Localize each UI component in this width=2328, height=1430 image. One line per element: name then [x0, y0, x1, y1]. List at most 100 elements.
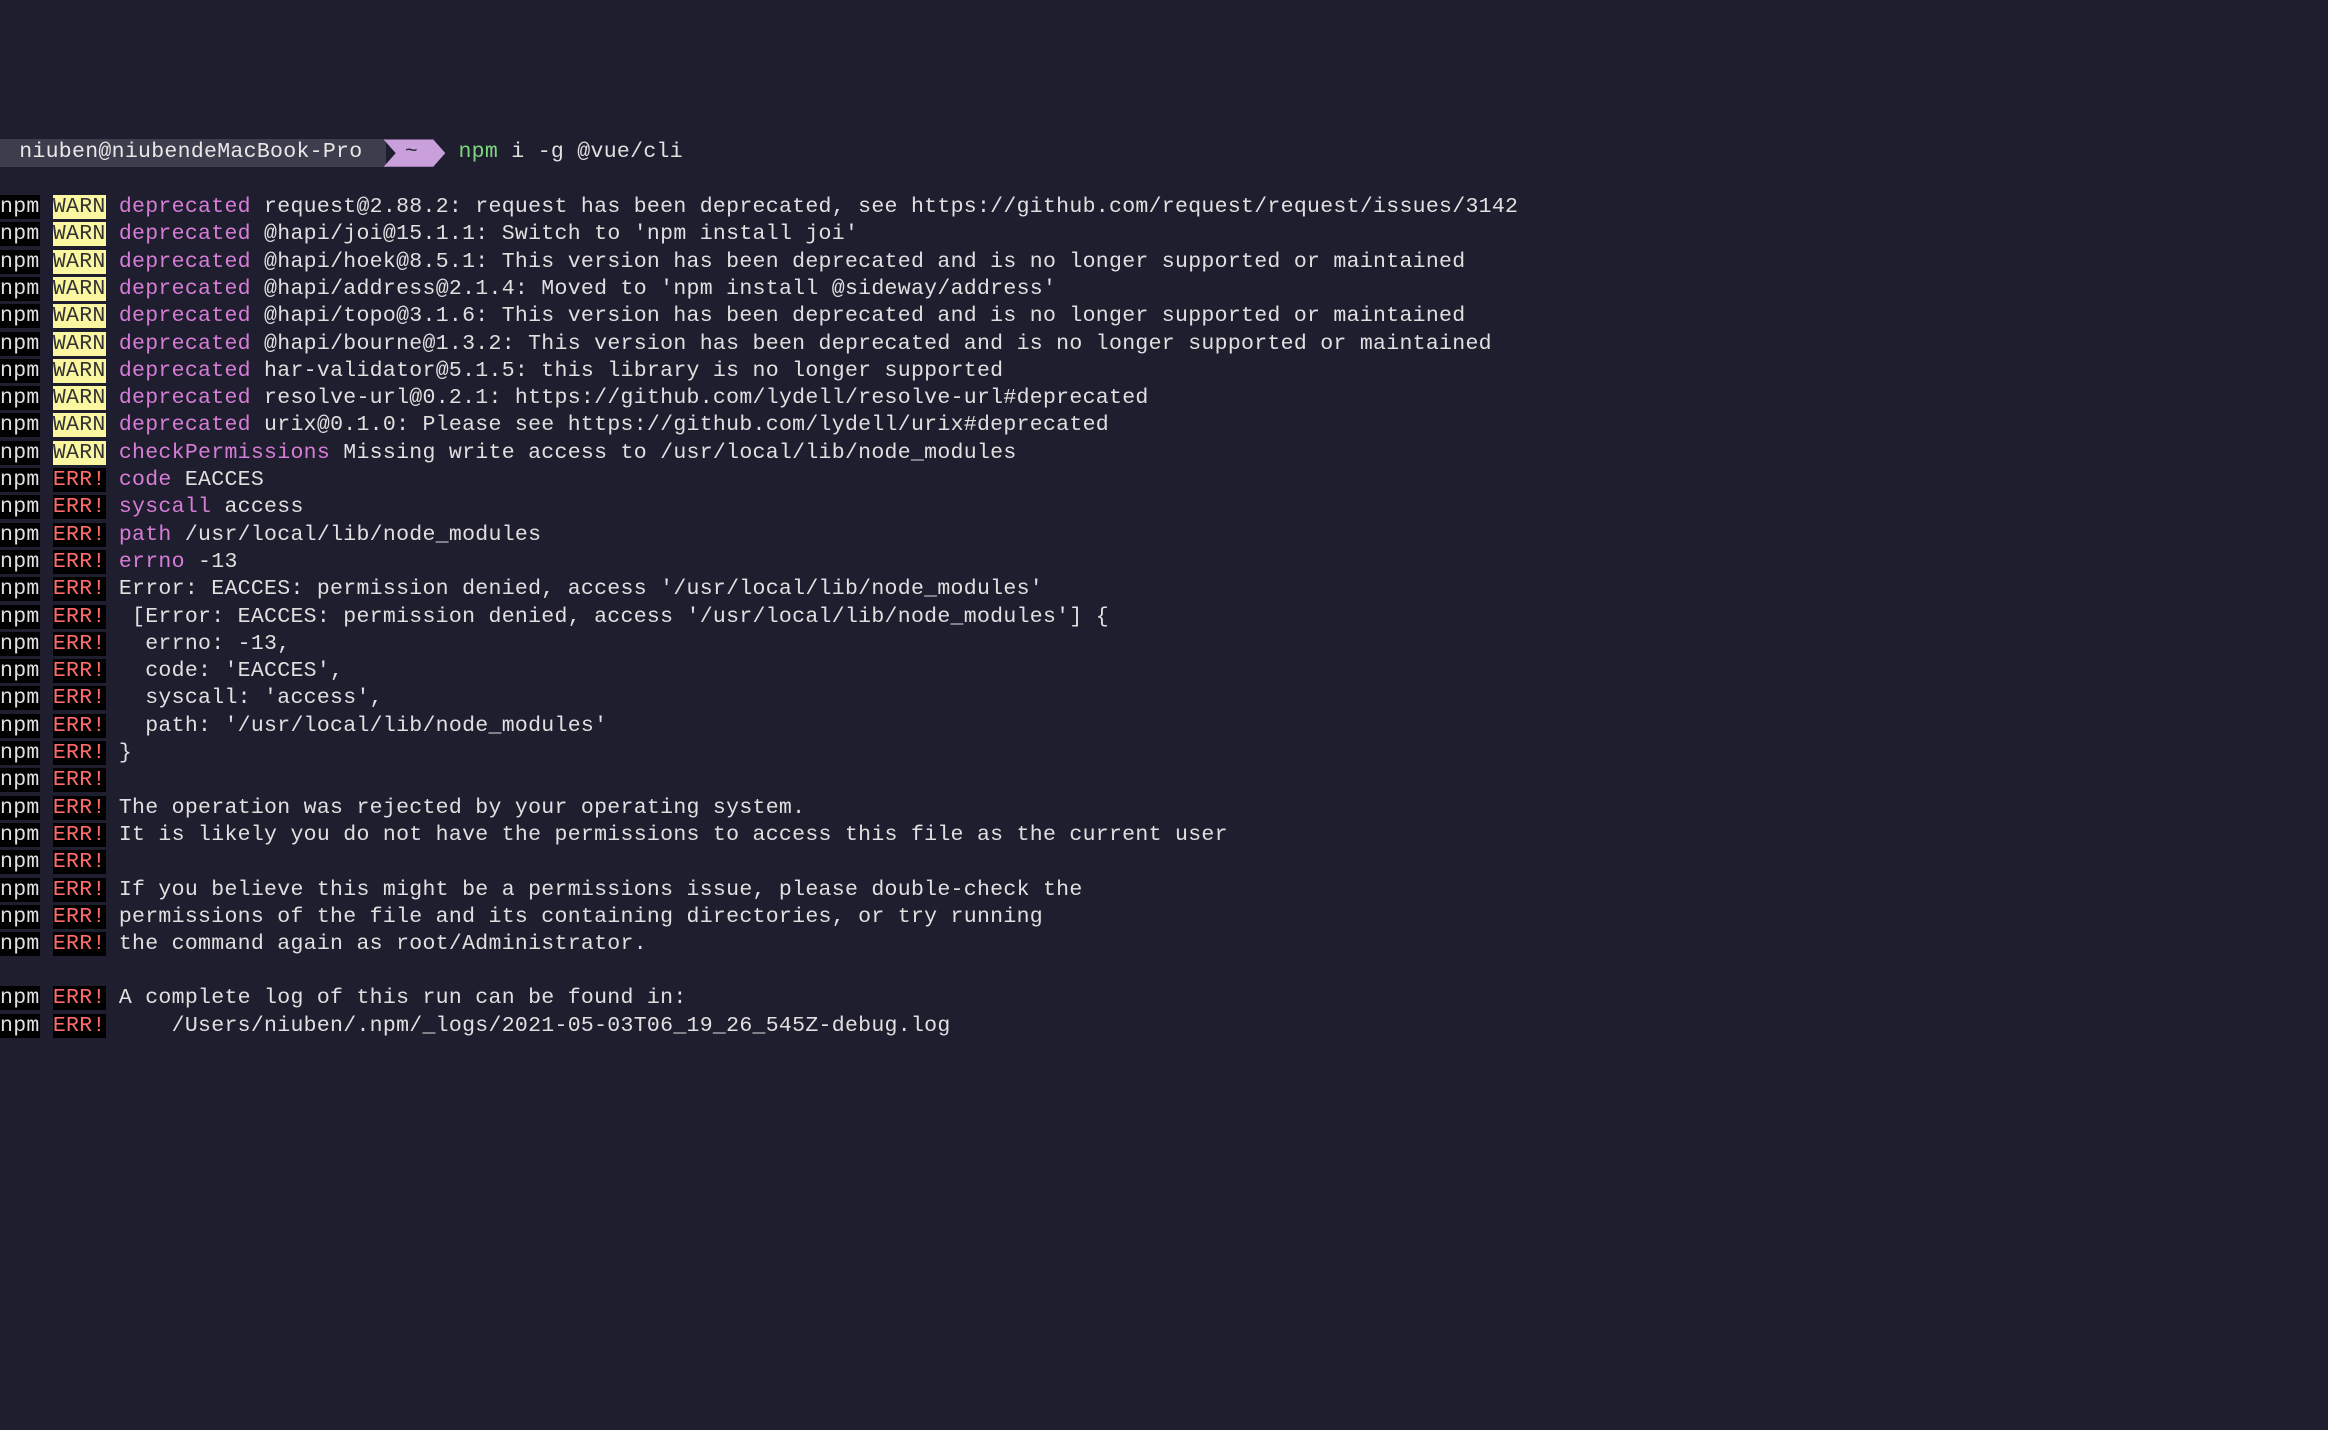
npm-prefix: npm [0, 250, 40, 274]
output-line: npm WARN deprecated @hapi/topo@3.1.6: Th… [0, 303, 2328, 330]
err-badge: ERR! [53, 605, 106, 629]
output-line: npm WARN deprecated resolve-url@0.2.1: h… [0, 385, 2328, 412]
output-line: npm WARN deprecated @hapi/hoek@8.5.1: Th… [0, 249, 2328, 276]
output-line: npm ERR! errno: -13, [0, 631, 2328, 658]
warn-badge: WARN [53, 222, 106, 246]
warn-badge: WARN [53, 304, 106, 328]
prompt-user-host: niuben@niubendeMacBook-Pro [0, 139, 386, 166]
npm-prefix: npm [0, 468, 40, 492]
output-line: npm ERR! [0, 767, 2328, 794]
err-value: -13 [185, 550, 238, 574]
npm-prefix: npm [0, 796, 40, 820]
err-badge: ERR! [53, 850, 106, 874]
output-line: npm ERR! If you believe this might be a … [0, 877, 2328, 904]
output-line: npm ERR! permissions of the file and its… [0, 904, 2328, 931]
warn-keyword: deprecated [119, 222, 251, 246]
err-message: /Users/niuben/.npm/_logs/2021-05-03T06_1… [106, 1014, 951, 1038]
output-lines: npm WARN deprecated request@2.88.2: requ… [0, 194, 2328, 1040]
err-badge: ERR! [53, 932, 106, 956]
err-message: errno: -13, [106, 632, 291, 656]
warn-badge: WARN [53, 277, 106, 301]
err-message: permissions of the file and its containi… [106, 905, 1043, 929]
npm-prefix: npm [0, 550, 40, 574]
warn-message: @hapi/bourne@1.3.2: This version has bee… [251, 332, 1492, 356]
npm-prefix: npm [0, 1014, 40, 1038]
err-message: It is likely you do not have the permiss… [106, 823, 1228, 847]
warn-message: Missing write access to /usr/local/lib/n… [330, 441, 1017, 465]
err-key: path [119, 523, 172, 547]
warn-badge: WARN [53, 195, 106, 219]
err-badge: ERR! [53, 878, 106, 902]
warn-keyword: deprecated [119, 195, 251, 219]
err-badge: ERR! [53, 741, 106, 765]
err-badge: ERR! [53, 659, 106, 683]
err-message: Error: EACCES: permission denied, access… [106, 577, 1043, 601]
warn-badge: WARN [53, 359, 106, 383]
npm-prefix: npm [0, 878, 40, 902]
command-arguments: i -g @vue/cli [498, 139, 683, 166]
warn-keyword: deprecated [119, 332, 251, 356]
warn-message: har-validator@5.1.5: this library is no … [251, 359, 1004, 383]
output-line: npm WARN deprecated request@2.88.2: requ… [0, 194, 2328, 221]
npm-prefix: npm [0, 332, 40, 356]
output-line: npm WARN deprecated @hapi/address@2.1.4:… [0, 276, 2328, 303]
warn-badge: WARN [53, 441, 106, 465]
output-line: npm ERR! A complete log of this run can … [0, 985, 2328, 1012]
npm-prefix: npm [0, 195, 40, 219]
npm-prefix: npm [0, 986, 40, 1010]
output-line: npm WARN checkPermissions Missing write … [0, 440, 2328, 467]
command-executable: npm [445, 139, 498, 166]
warn-keyword: deprecated [119, 304, 251, 328]
terminal-output: niuben@niubendeMacBook-Pro ~ npm i -g @v… [0, 112, 2328, 1067]
output-line: npm ERR! The operation was rejected by y… [0, 795, 2328, 822]
warn-message: @hapi/hoek@8.5.1: This version has been … [251, 250, 1466, 274]
output-line: npm ERR! It is likely you do not have th… [0, 822, 2328, 849]
warn-keyword: deprecated [119, 250, 251, 274]
npm-prefix: npm [0, 659, 40, 683]
warn-keyword: checkPermissions [119, 441, 330, 465]
err-message: path: '/usr/local/lib/node_modules' [106, 714, 608, 738]
warn-message: @hapi/topo@3.1.6: This version has been … [251, 304, 1466, 328]
err-badge: ERR! [53, 686, 106, 710]
err-badge: ERR! [53, 468, 106, 492]
err-key: code [119, 468, 172, 492]
npm-prefix: npm [0, 632, 40, 656]
warn-message: @hapi/joi@15.1.1: Switch to 'npm install… [251, 222, 858, 246]
err-badge: ERR! [53, 905, 106, 929]
npm-prefix: npm [0, 413, 40, 437]
output-line: npm ERR! } [0, 740, 2328, 767]
npm-prefix: npm [0, 441, 40, 465]
err-badge: ERR! [53, 550, 106, 574]
output-line: npm ERR! /Users/niuben/.npm/_logs/2021-0… [0, 1013, 2328, 1040]
err-key: syscall [119, 495, 211, 519]
err-badge: ERR! [53, 577, 106, 601]
output-line: npm ERR! path: '/usr/local/lib/node_modu… [0, 713, 2328, 740]
err-badge: ERR! [53, 1014, 106, 1038]
prompt-cwd: ~ [384, 139, 446, 166]
output-line: npm WARN deprecated @hapi/bourne@1.3.2: … [0, 331, 2328, 358]
err-message: } [106, 741, 132, 765]
npm-prefix: npm [0, 850, 40, 874]
warn-message: request@2.88.2: request has been depreca… [251, 195, 1518, 219]
err-key: errno [119, 550, 185, 574]
prompt-line[interactable]: niuben@niubendeMacBook-Pro ~ npm i -g @v… [0, 139, 2328, 166]
err-badge: ERR! [53, 632, 106, 656]
err-message: syscall: 'access', [106, 686, 383, 710]
npm-prefix: npm [0, 714, 40, 738]
npm-prefix: npm [0, 359, 40, 383]
warn-badge: WARN [53, 250, 106, 274]
err-value: /usr/local/lib/node_modules [172, 523, 542, 547]
npm-prefix: npm [0, 605, 40, 629]
npm-prefix: npm [0, 277, 40, 301]
output-line: npm ERR! code EACCES [0, 467, 2328, 494]
output-line: npm ERR! Error: EACCES: permission denie… [0, 576, 2328, 603]
err-value: access [211, 495, 303, 519]
output-line: npm ERR! syscall access [0, 494, 2328, 521]
warn-badge: WARN [53, 386, 106, 410]
npm-prefix: npm [0, 495, 40, 519]
warn-message: urix@0.1.0: Please see https://github.co… [251, 413, 1109, 437]
warn-keyword: deprecated [119, 413, 251, 437]
err-badge: ERR! [53, 768, 106, 792]
output-line: npm ERR! code: 'EACCES', [0, 658, 2328, 685]
npm-prefix: npm [0, 768, 40, 792]
